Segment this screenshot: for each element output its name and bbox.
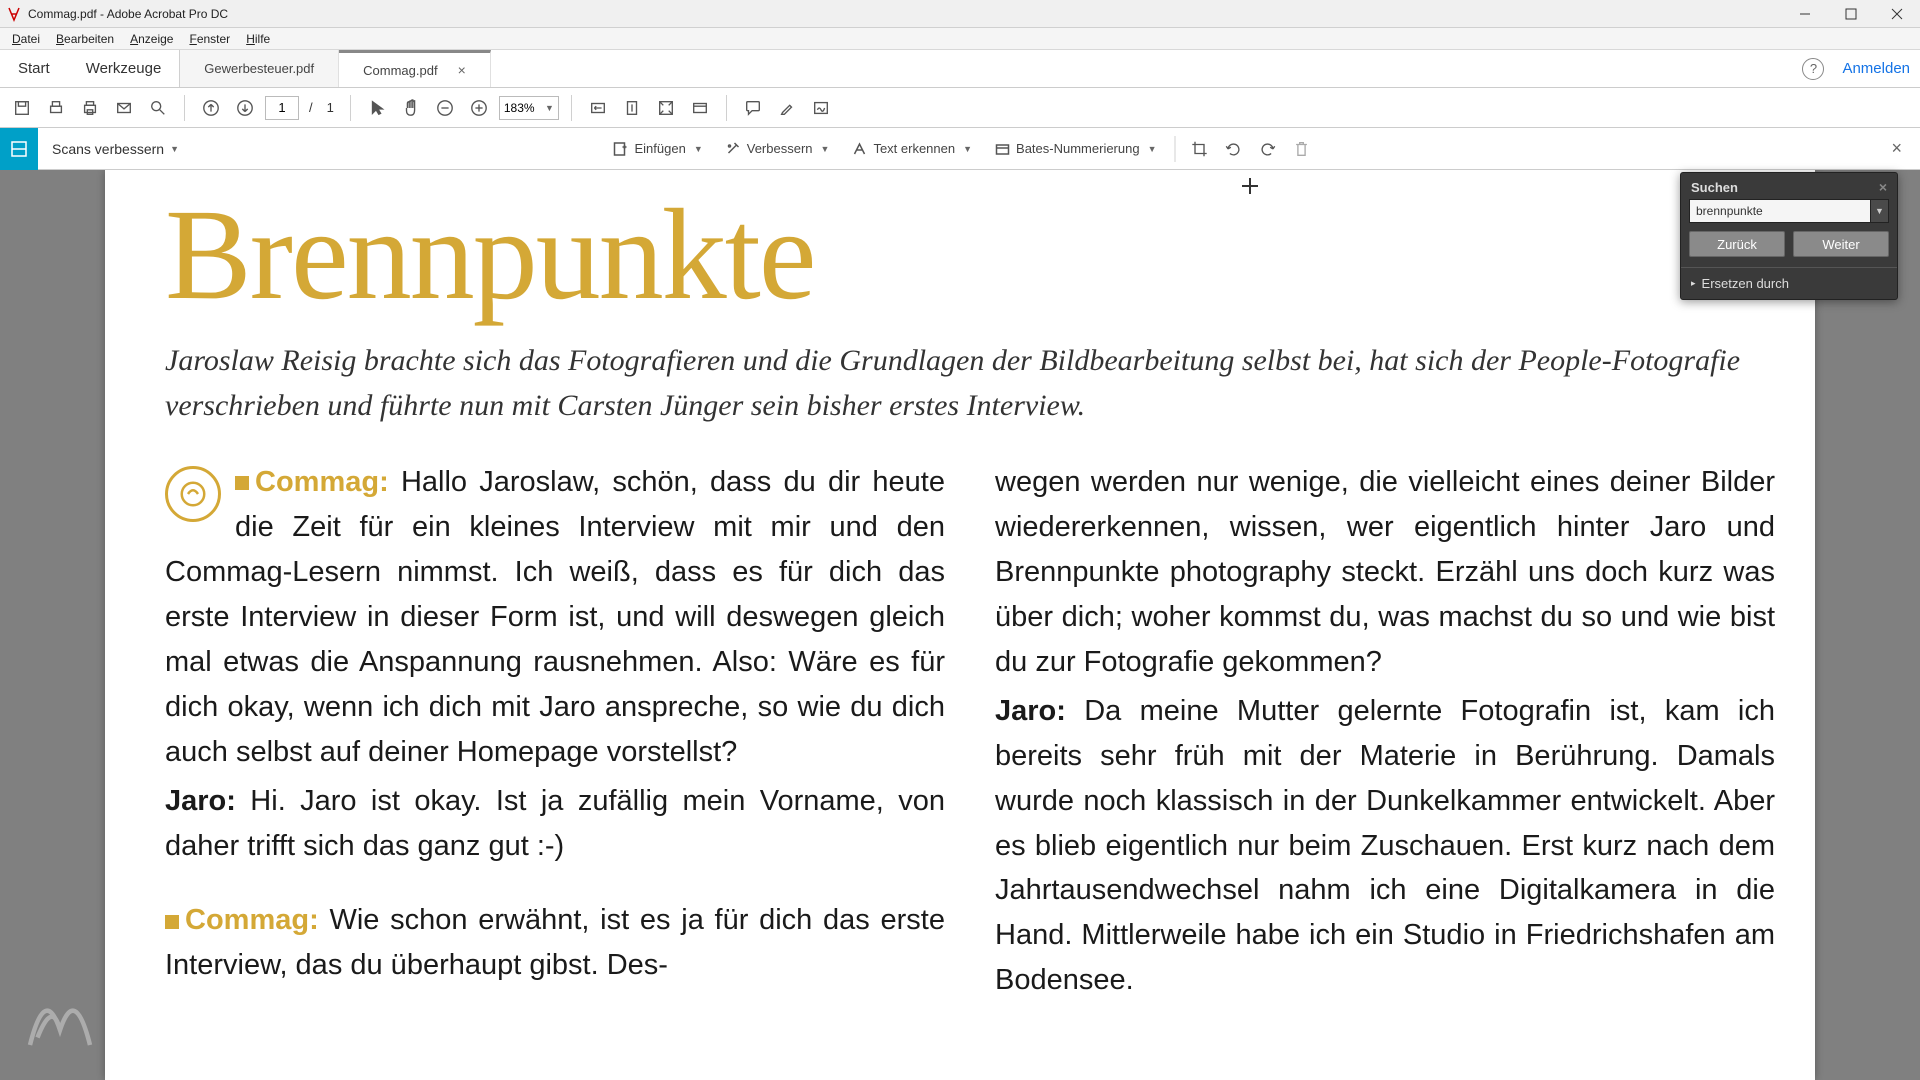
select-icon[interactable]: [363, 94, 391, 122]
bullet-icon: [235, 476, 249, 490]
fit-page-icon[interactable]: [618, 94, 646, 122]
search-next-button[interactable]: Weiter: [1793, 231, 1889, 257]
sign-icon[interactable]: [807, 94, 835, 122]
menu-window[interactable]: Fenster: [181, 29, 238, 49]
bullet-icon: [165, 915, 179, 929]
insert-button[interactable]: Einfügen▼: [603, 137, 713, 161]
prev-page-icon[interactable]: [197, 94, 225, 122]
close-window-button[interactable]: [1874, 0, 1920, 28]
tab-tools[interactable]: Werkzeuge: [68, 50, 181, 87]
speaker-commag: Commag:: [255, 466, 389, 498]
minimize-button[interactable]: [1782, 0, 1828, 28]
menu-edit[interactable]: Bearbeiten: [48, 29, 122, 49]
column-left: Commag: Hallo Jaroslaw, schön, dass du d…: [165, 460, 945, 1007]
scan-enhance-dropdown[interactable]: Scans verbessern ▼: [38, 141, 193, 157]
search-prev-button[interactable]: Zurück: [1689, 231, 1785, 257]
watermark-icon: [15, 970, 105, 1060]
zoom-select[interactable]: 183%▼: [499, 96, 559, 120]
menubar: Datei Bearbeiten Anzeige Fenster Hilfe: [0, 28, 1920, 50]
search-panel: Suchen × ▼ Zurück Weiter ▸ Ersetzen durc…: [1680, 172, 1898, 300]
chevron-down-icon: ▼: [170, 144, 179, 154]
scan-tool-icon[interactable]: [0, 128, 38, 170]
close-toolbar-icon[interactable]: ×: [1883, 138, 1910, 159]
search-dropdown-icon[interactable]: ▼: [1871, 199, 1889, 223]
zoom-in-icon[interactable]: [465, 94, 493, 122]
save-icon[interactable]: [8, 94, 36, 122]
speaker-jaro: Jaro:: [995, 695, 1066, 727]
maximize-button[interactable]: [1828, 0, 1874, 28]
scan-toolbar: Scans verbessern ▼ Einfügen▼ Verbessern▼…: [0, 128, 1920, 170]
document-viewport[interactable]: Brennpunkte Jaroslaw Reisig brachte sich…: [0, 170, 1920, 1080]
doc-tab-1[interactable]: Gewerbesteuer.pdf: [180, 50, 339, 87]
page-number-input[interactable]: [265, 96, 299, 120]
mail-icon[interactable]: [110, 94, 138, 122]
replace-toggle[interactable]: ▸ Ersetzen durch: [1681, 267, 1897, 299]
search-title: Suchen: [1691, 180, 1738, 195]
window-title: Commag.pdf - Adobe Acrobat Pro DC: [28, 7, 228, 21]
speaker-jaro: Jaro:: [165, 785, 236, 817]
crop-icon[interactable]: [1184, 133, 1216, 165]
print-icon[interactable]: [42, 94, 70, 122]
rotate-ccw-icon[interactable]: [1218, 133, 1250, 165]
window-controls: [1782, 0, 1920, 28]
comment-icon[interactable]: [739, 94, 767, 122]
crosshair-cursor: [1242, 178, 1258, 194]
acrobat-icon: [6, 6, 22, 22]
tab-start[interactable]: Start: [0, 50, 68, 87]
page-total: 1: [323, 100, 338, 115]
zoom-out-icon[interactable]: [431, 94, 459, 122]
bates-button[interactable]: Bates-Nummerierung▼: [984, 137, 1166, 161]
close-tab-icon[interactable]: ×: [458, 62, 466, 78]
next-page-icon[interactable]: [231, 94, 259, 122]
menu-file[interactable]: Datei: [4, 29, 48, 49]
fit-visible-icon[interactable]: [652, 94, 680, 122]
main-toolbar: / 1 183%▼: [0, 88, 1920, 128]
doc-intro: Jaroslaw Reisig brachte sich das Fotogra…: [165, 338, 1765, 428]
doc-tab-2[interactable]: Commag.pdf ×: [339, 50, 491, 87]
print2-icon[interactable]: [76, 94, 104, 122]
ocr-button[interactable]: Text erkennen▼: [841, 137, 982, 161]
chevron-down-icon: ▼: [545, 103, 554, 113]
hand-icon[interactable]: [397, 94, 425, 122]
close-search-icon[interactable]: ×: [1879, 179, 1887, 195]
doc-heading: Brennpunkte: [165, 190, 1775, 320]
read-mode-icon[interactable]: [686, 94, 714, 122]
fit-width-icon[interactable]: [584, 94, 612, 122]
tab-row: Start Werkzeuge Gewerbesteuer.pdf Commag…: [0, 50, 1920, 88]
enhance-button[interactable]: Verbessern▼: [715, 137, 840, 161]
help-icon[interactable]: ?: [1802, 58, 1824, 80]
login-link[interactable]: Anmelden: [1842, 60, 1910, 77]
chevron-right-icon: ▸: [1691, 278, 1696, 289]
rotate-cw-icon[interactable]: [1252, 133, 1284, 165]
menu-view[interactable]: Anzeige: [122, 29, 181, 49]
page-separator: /: [305, 100, 317, 115]
column-right: wegen werden nur wenige, die vielleicht …: [995, 460, 1775, 1007]
delete-icon[interactable]: [1286, 133, 1318, 165]
search-input[interactable]: [1689, 199, 1871, 223]
titlebar: Commag.pdf - Adobe Acrobat Pro DC: [0, 0, 1920, 28]
pdf-page: Brennpunkte Jaroslaw Reisig brachte sich…: [105, 170, 1815, 1080]
interview-icon: [165, 466, 221, 522]
highlight-icon[interactable]: [773, 94, 801, 122]
menu-help[interactable]: Hilfe: [238, 29, 278, 49]
search-icon[interactable]: [144, 94, 172, 122]
speaker-commag: Commag:: [185, 904, 319, 936]
